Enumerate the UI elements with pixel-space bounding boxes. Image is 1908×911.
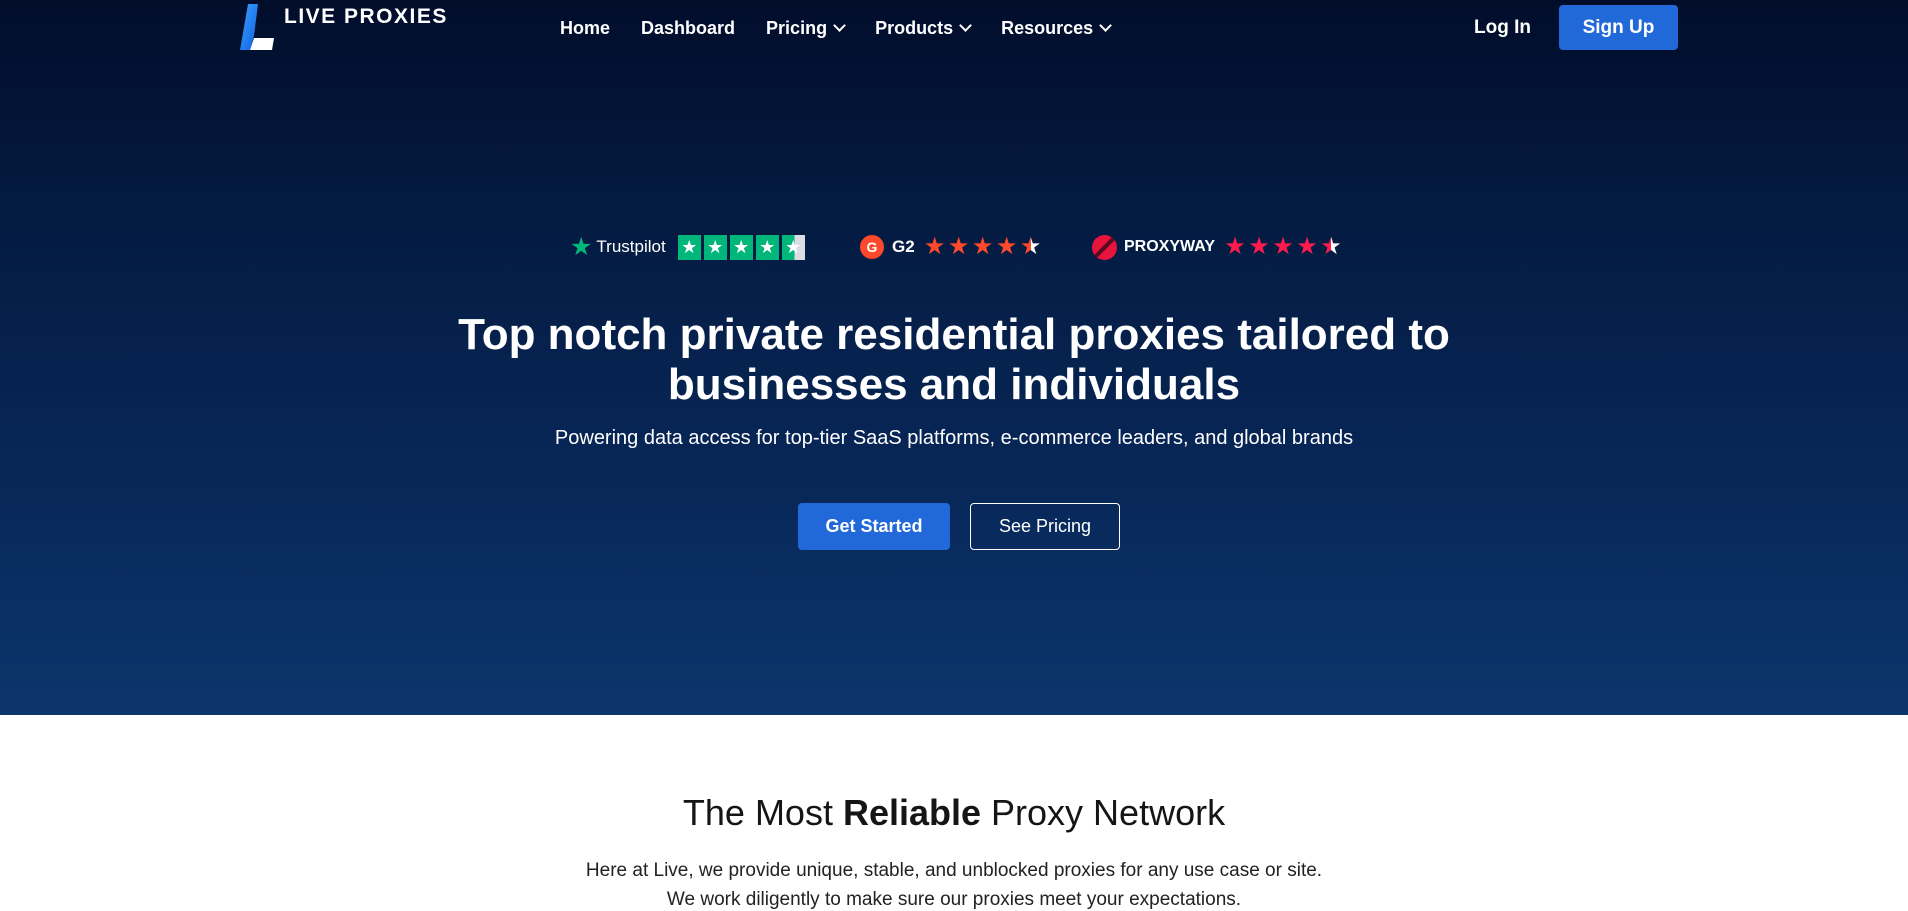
trustpilot-star-icon: ★ bbox=[570, 233, 593, 261]
get-started-button[interactable]: Get Started bbox=[798, 503, 950, 550]
proxyway-stars: ★ ★ ★ ★ ★ bbox=[1223, 235, 1343, 259]
hero-subtitle: Powering data access for top-tier SaaS p… bbox=[554, 427, 1354, 449]
nav-dashboard-label: Dashboard bbox=[641, 17, 736, 38]
nav-products[interactable]: Products bbox=[875, 17, 972, 39]
login-link[interactable]: Log In bbox=[1474, 17, 1531, 39]
hero-title: Top notch private residential proxies ta… bbox=[458, 310, 1450, 409]
chevron-down-icon bbox=[959, 19, 972, 32]
proxyway-name: PROXYWAY bbox=[1124, 238, 1215, 255]
section-title-post: Proxy Network bbox=[981, 792, 1226, 833]
star-icon: ★ bbox=[1224, 233, 1246, 260]
ratings-bar: ★ Trustpilot ★ ★ ★ ★ ★ G G2 ★ ★ ★ ★ ★ PR… bbox=[570, 232, 1350, 262]
g2-logo-icon: G bbox=[860, 235, 884, 259]
g2-name: G2 bbox=[892, 237, 915, 256]
nav-pricing-label: Pricing bbox=[766, 17, 828, 38]
see-pricing-button[interactable]: See Pricing bbox=[970, 503, 1120, 550]
nav-resources-label: Resources bbox=[1001, 17, 1094, 38]
trustpilot-rating[interactable]: ★ Trustpilot ★ ★ ★ ★ ★ bbox=[570, 232, 805, 262]
star-icon: ★ bbox=[947, 233, 970, 260]
star-icon: ★ bbox=[755, 234, 779, 260]
g2-stars: ★ ★ ★ ★ ★ bbox=[923, 235, 1043, 259]
nav-home-label: Home bbox=[560, 17, 611, 38]
star-icon: ★ bbox=[995, 233, 1018, 260]
section-paragraph-2: We work diligently to make sure our prox… bbox=[666, 889, 1242, 910]
star-icon: ★ bbox=[1272, 233, 1294, 260]
star-icon: ★ bbox=[729, 234, 753, 260]
star-icon: ★ bbox=[1248, 233, 1270, 260]
half-star-icon: ★ bbox=[1019, 233, 1042, 260]
chevron-down-icon bbox=[833, 19, 846, 32]
nav-dashboard[interactable]: Dashboard bbox=[641, 18, 735, 39]
half-star-icon: ★ bbox=[1320, 233, 1342, 260]
proxyway-logo-icon bbox=[1092, 234, 1117, 260]
nav-resources[interactable]: Resources bbox=[1001, 17, 1113, 39]
trustpilot-name: Trustpilot bbox=[596, 237, 666, 256]
nav-home[interactable]: Home bbox=[560, 18, 610, 39]
star-icon: ★ bbox=[703, 234, 727, 260]
half-star-icon: ★ bbox=[781, 234, 805, 260]
proxyway-rating[interactable]: PROXYWAY ★ ★ ★ ★ ★ bbox=[1092, 232, 1343, 262]
main-nav: Home Dashboard Pricing Products Resource… bbox=[560, 0, 1113, 56]
nav-pricing[interactable]: Pricing bbox=[766, 17, 846, 39]
g2-rating[interactable]: G G2 ★ ★ ★ ★ ★ bbox=[860, 232, 1043, 262]
trustpilot-stars: ★ ★ ★ ★ ★ bbox=[677, 234, 805, 260]
chevron-down-icon bbox=[1099, 19, 1113, 32]
nav-products-label: Products bbox=[875, 17, 954, 38]
section-title-bold: Reliable bbox=[842, 792, 982, 833]
brand-name: LIVE PROXIES bbox=[284, 5, 448, 28]
hero-section: LIVE PROXIES Home Dashboard Pricing Prod… bbox=[0, 0, 1908, 715]
star-icon: ★ bbox=[677, 234, 701, 260]
star-icon: ★ bbox=[971, 233, 994, 260]
section-paragraph-1: Here at Live, we provide unique, stable,… bbox=[585, 860, 1323, 881]
live-proxies-logo-icon bbox=[240, 4, 276, 50]
brand-logo[interactable]: LIVE PROXIES bbox=[240, 4, 448, 50]
star-icon: ★ bbox=[923, 233, 946, 260]
section-title: The Most Reliable Proxy Network bbox=[380, 792, 1528, 834]
signup-button[interactable]: Sign Up bbox=[1559, 5, 1678, 50]
star-icon: ★ bbox=[1296, 233, 1318, 260]
section-title-pre: The Most bbox=[682, 792, 843, 833]
